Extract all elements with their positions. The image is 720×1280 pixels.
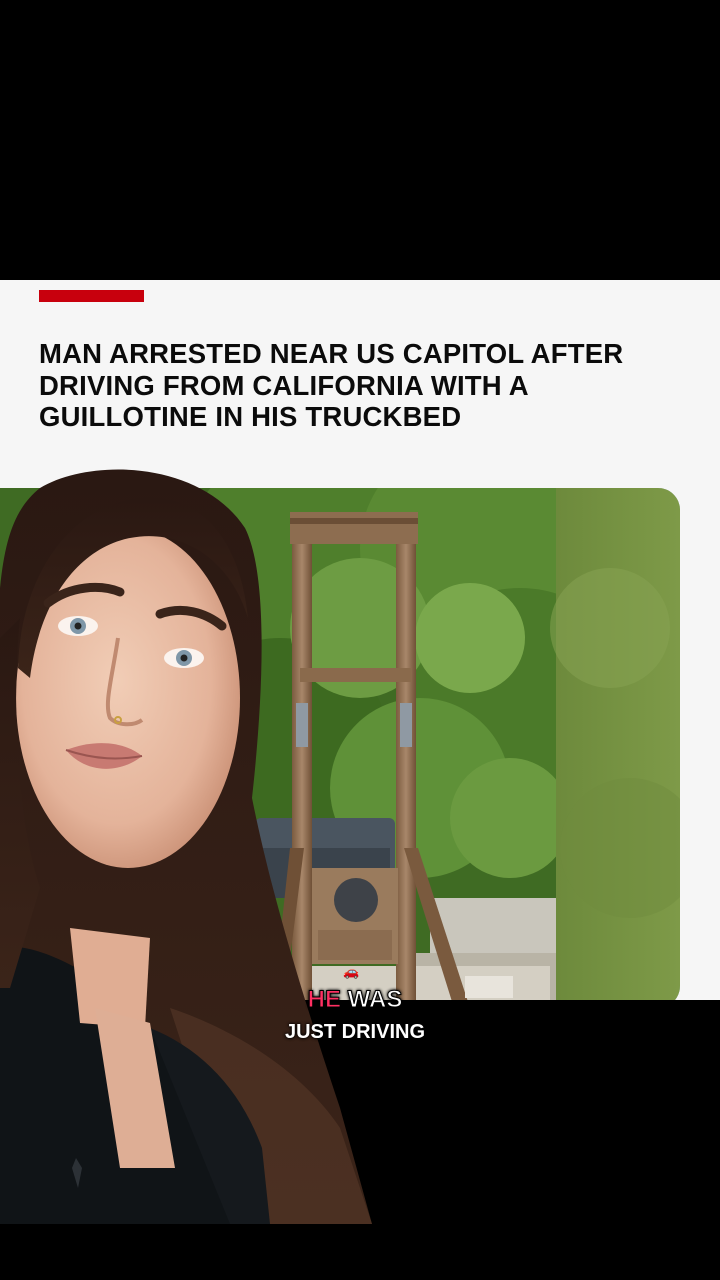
presenter-figure xyxy=(0,469,372,1224)
headline: MAN ARRESTED NEAR US CAPITOL AFTER DRIVI… xyxy=(39,338,624,432)
subtitle-caption: 🚗 HE WAS JUST DRIVING xyxy=(240,965,470,1045)
caption-highlight-word: HE xyxy=(307,986,341,1014)
presenter-cutout xyxy=(0,468,372,1224)
car-icon: 🚗 xyxy=(343,964,360,979)
caption-line-1: HE WAS xyxy=(240,985,470,1015)
caption-line-2: JUST DRIVING xyxy=(284,1021,426,1043)
accent-bar xyxy=(39,290,144,302)
video-top-letterbox xyxy=(0,0,720,280)
caption-word: WAS xyxy=(347,986,403,1014)
